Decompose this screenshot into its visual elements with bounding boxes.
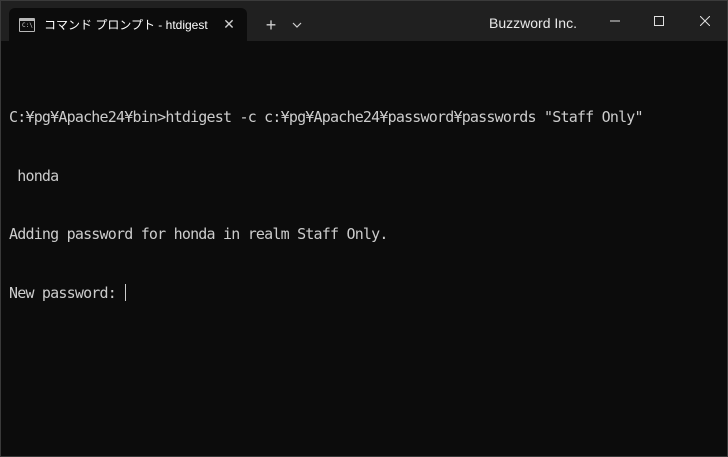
minimize-icon — [610, 20, 620, 22]
close-button[interactable] — [683, 1, 727, 41]
tab-title: コマンド プロンプト - htdigest -c c:\pg\Apache24\… — [44, 18, 210, 32]
terminal-line: honda — [9, 166, 59, 185]
brand-label: Buzzword Inc. — [489, 15, 577, 31]
text-cursor — [125, 283, 127, 301]
cmd-icon-glyph: C:\ — [22, 21, 33, 29]
tab-command-prompt[interactable]: C:\ コマンド プロンプト - htdigest -c c:\pg\Apach… — [9, 8, 247, 41]
minimize-button[interactable] — [593, 1, 637, 41]
terminal-line: C:¥pg¥Apache24¥bin>htdigest -c c:¥pg¥Apa… — [9, 108, 644, 126]
password-prompt: New password: — [9, 283, 125, 302]
terminal-line: Adding password for honda in realm Staff… — [9, 225, 388, 243]
tab-close-icon[interactable]: ✕ — [221, 16, 237, 32]
new-tab-button[interactable]: + — [257, 11, 285, 39]
maximize-icon — [654, 16, 664, 26]
title-bar[interactable]: C:\ コマンド プロンプト - htdigest -c c:\pg\Apach… — [1, 1, 727, 41]
close-icon — [700, 16, 710, 26]
maximize-button[interactable] — [637, 1, 681, 41]
chevron-down-icon — [292, 22, 302, 28]
terminal-window: C:\ コマンド プロンプト - htdigest -c c:\pg\Apach… — [0, 0, 728, 457]
terminal-prompt-line[interactable]: New password: — [9, 283, 721, 304]
cmd-icon: C:\ — [19, 17, 35, 32]
terminal-output[interactable]: C:¥pg¥Apache24¥bin>htdigest -c c:¥pg¥Apa… — [9, 69, 721, 342]
tab-dropdown-button[interactable] — [285, 11, 309, 39]
